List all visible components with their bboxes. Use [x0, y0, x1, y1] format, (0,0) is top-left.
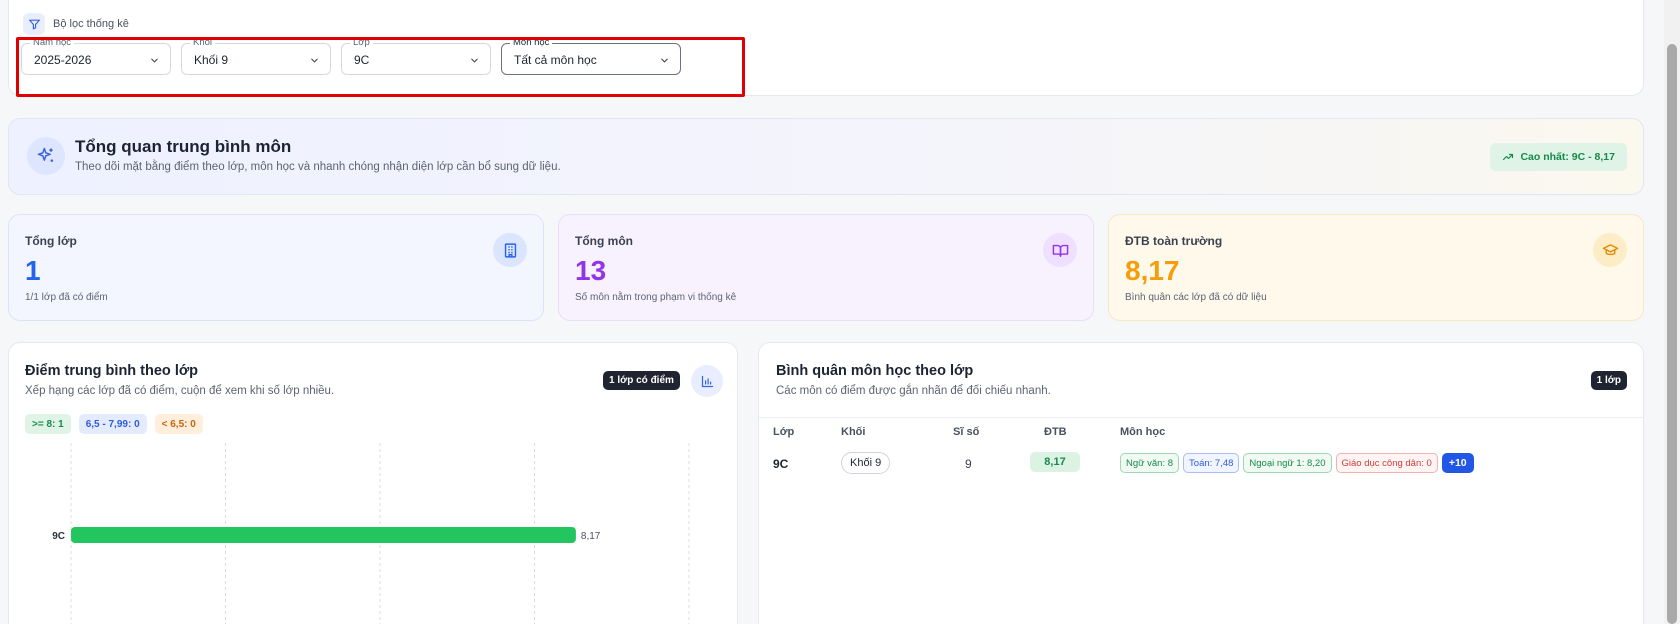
column-header-class: Lớp: [773, 426, 795, 438]
school-year-label: Năm học: [30, 37, 75, 49]
filter-selects: Năm học 2025-2026 Khối Khối 9 Lớp 9C Môn…: [21, 37, 681, 75]
filter-header: Bộ lọc thống kê: [23, 13, 129, 35]
stat-value: 13: [575, 255, 607, 286]
stat-note: Bình quân các lớp đã có dữ liệu: [1125, 292, 1267, 303]
subject-tag: Ngữ văn: 8: [1120, 453, 1180, 473]
class-count-badge: 1 lớp: [1590, 371, 1627, 390]
building-icon: [493, 233, 527, 267]
overview-subtitle: Theo dõi mặt bằng điểm theo lớp, môn học…: [75, 161, 561, 173]
row-class: 9C: [773, 457, 789, 471]
subject-average-title: Bình quân môn học theo lớp: [776, 363, 974, 379]
stat-card-total-subjects: Tổng môn 13 Số môn nằm trong phạm vi thố…: [558, 214, 1094, 321]
legend-chip-low: < 6,5: 0: [154, 414, 203, 434]
grade-select[interactable]: Khối Khối 9: [181, 37, 331, 75]
class-average-subtitle: Xếp hạng các lớp đã có điểm, cuộn để xem…: [25, 385, 335, 397]
column-header-grade: Khối: [841, 426, 866, 438]
graduation-cap-icon: [1593, 233, 1627, 267]
subject-tag: Ngoại ngữ 1: 8,20: [1243, 453, 1332, 473]
filter-icon: [23, 13, 45, 35]
subject-average-subtitle: Các môn có điểm được gắn nhãn để đối chi…: [776, 385, 1051, 397]
class-average-chart: 9C 8,17: [52, 443, 690, 624]
chart-value-label: 8,17: [581, 531, 601, 542]
subject-tag: Toán: 7,48: [1183, 453, 1240, 473]
column-header-size: Sĩ số: [953, 426, 980, 438]
column-header-subjects: Môn học: [1120, 426, 1166, 438]
subject-tag: Giáo dục công dân: 0: [1335, 453, 1438, 473]
chevron-down-icon: [471, 58, 478, 63]
subject-value: Tất cả môn học: [514, 53, 597, 67]
book-icon: [1043, 233, 1077, 267]
stat-label: Tổng lớp: [25, 234, 77, 248]
class-value: 9C: [354, 53, 370, 67]
bar-chart-icon[interactable]: [691, 365, 723, 397]
filter-title: Bộ lọc thống kê: [53, 18, 129, 30]
legend-chip-mid: 6,5 - 7,99: 0: [78, 414, 147, 434]
more-subjects-button[interactable]: +10: [1441, 453, 1474, 473]
subject-average-panel: Bình quân môn học theo lớp Các môn có đi…: [758, 342, 1644, 624]
scrollbar-thumb[interactable]: [1667, 44, 1677, 624]
subject-label: Môn học: [510, 37, 553, 49]
overview-banner: Tổng quan trung bình môn Theo dõi mặt bằ…: [8, 118, 1644, 195]
stat-value: 1: [25, 255, 41, 286]
row-size: 9: [965, 457, 972, 471]
chart-category-label: 9C: [52, 531, 65, 542]
chevron-down-icon: [151, 58, 158, 63]
stat-label: Tổng môn: [575, 234, 633, 248]
sparkles-icon: [27, 137, 65, 175]
filter-panel: Bộ lọc thống kê Năm học 2025-2026 Khối K…: [8, 0, 1644, 96]
stat-value: 8,17: [1125, 255, 1180, 286]
school-year-value: 2025-2026: [34, 53, 92, 67]
stat-card-total-classes: Tổng lớp 1 1/1 lớp đã có điểm: [8, 214, 544, 321]
school-year-select[interactable]: Năm học 2025-2026: [21, 37, 171, 75]
row-grade: Khối 9: [841, 452, 891, 474]
stat-note: 1/1 lớp đã có điểm: [25, 292, 108, 303]
subject-select[interactable]: Môn học Tất cả môn học: [501, 37, 681, 75]
highest-class-badge: Cao nhất: 9C - 8,17: [1490, 143, 1627, 171]
class-average-title: Điểm trung bình theo lớp: [25, 363, 199, 379]
grade-value: Khối 9: [194, 53, 229, 67]
chart-bar[interactable]: [71, 527, 576, 543]
stat-label: ĐTB toàn trường: [1125, 234, 1223, 248]
column-header-average: ĐTB: [1044, 426, 1067, 438]
chevron-down-icon: [311, 58, 318, 63]
stat-card-school-average: ĐTB toàn trường 8,17 Bình quân các lớp đ…: [1108, 214, 1644, 321]
subject-tags: Ngữ văn: 8 Toán: 7,48 Ngoại ngữ 1: 8,20 …: [1120, 453, 1474, 473]
legend-chip-high: >= 8: 1: [25, 414, 71, 434]
class-label: Lớp: [350, 37, 373, 49]
trending-up-icon: [1503, 153, 1514, 161]
class-select[interactable]: Lớp 9C: [341, 37, 491, 75]
classes-with-scores-badge: 1 lớp có điểm: [603, 371, 680, 390]
chevron-down-icon: [661, 58, 668, 63]
divider: [759, 417, 1643, 418]
row-average: 8,17: [1030, 452, 1080, 472]
overview-title: Tổng quan trung bình môn: [75, 137, 292, 156]
stat-note: Số môn nằm trong phạm vi thống kê: [575, 292, 737, 303]
highest-class-text: Cao nhất: 9C - 8,17: [1520, 151, 1615, 163]
class-average-panel: Điểm trung bình theo lớp Xếp hạng các lớ…: [8, 342, 738, 624]
grade-label: Khối: [190, 37, 216, 49]
score-range-legend: >= 8: 1 6,5 - 7,99: 0 < 6,5: 0: [25, 414, 203, 434]
